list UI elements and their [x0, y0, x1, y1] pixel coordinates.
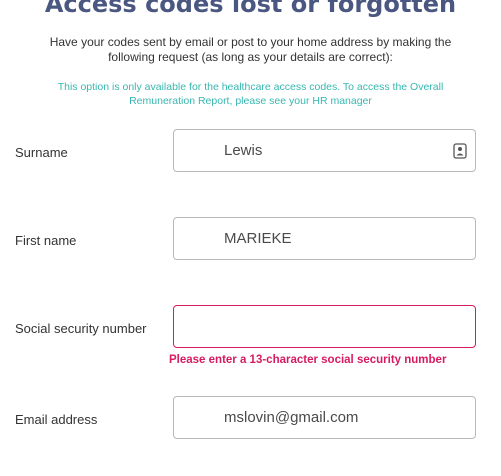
page-title: Access codes lost or forgotten	[44, 0, 457, 18]
surname-value: Lewis	[224, 142, 263, 159]
info-note: This option is only available for the he…	[57, 81, 444, 107]
first-name-field[interactable]: MARIEKE	[173, 217, 476, 260]
ssn-error-message: Please enter a 13-character social secur…	[169, 354, 447, 366]
email-label: Email address	[15, 412, 98, 427]
ssn-label: Social security number	[15, 321, 147, 336]
surname-field[interactable]: Lewis	[173, 129, 476, 172]
first-name-label: First name	[15, 233, 77, 248]
surname-label: Surname	[15, 145, 68, 160]
email-field[interactable]: mslovin@gmail.com	[173, 396, 476, 439]
email-value: mslovin@gmail.com	[224, 409, 359, 426]
ssn-field[interactable]	[173, 305, 476, 348]
first-name-value: MARIEKE	[224, 230, 292, 247]
contact-card-icon[interactable]	[453, 143, 467, 159]
intro-text: Have your codes sent by email or post to…	[49, 35, 452, 64]
